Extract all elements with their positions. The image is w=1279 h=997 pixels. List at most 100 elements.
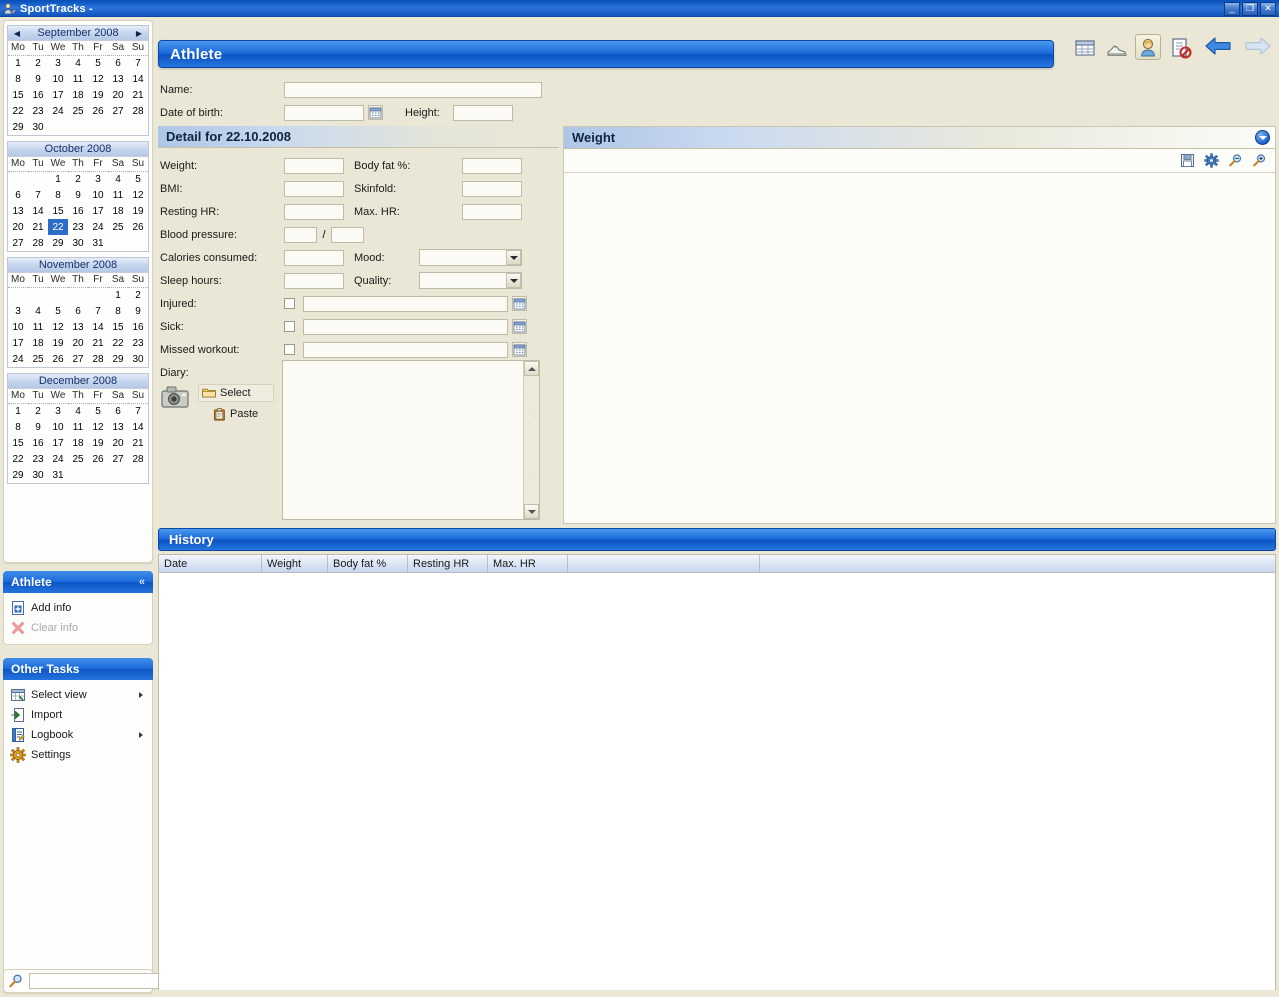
history-body[interactable] <box>159 573 1275 990</box>
calendar-day[interactable]: 23 <box>68 219 88 235</box>
calendar-day[interactable]: 13 <box>108 419 128 435</box>
calendar-day[interactable]: 27 <box>108 451 128 467</box>
calendar-day[interactable]: 22 <box>8 451 28 467</box>
calendar-day[interactable]: 20 <box>108 435 128 451</box>
calendar-day[interactable]: 2 <box>68 171 88 187</box>
save-chart-button[interactable] <box>1180 153 1195 168</box>
calendar-day[interactable]: 1 <box>8 403 28 419</box>
history-column-header[interactable] <box>568 555 760 572</box>
calendar-day[interactable]: 20 <box>68 335 88 351</box>
calendar-day[interactable]: 24 <box>88 219 108 235</box>
chevron-up-icon[interactable]: « <box>139 571 145 593</box>
calendar-day[interactable]: 21 <box>28 219 48 235</box>
activities-button[interactable] <box>1103 34 1129 60</box>
calendar-day[interactable]: 25 <box>108 219 128 235</box>
calendar-day[interactable]: 29 <box>48 235 68 251</box>
calendar-month-header[interactable]: ◀ ▶ September 2008 <box>8 26 148 41</box>
calendar-month-header[interactable]: December 2008 <box>8 374 148 389</box>
missed-workout-note-field[interactable] <box>303 341 508 358</box>
scroll-up-button[interactable] <box>524 361 539 376</box>
calendar-day[interactable]: 11 <box>68 71 88 87</box>
calendar-day[interactable]: 26 <box>48 351 68 367</box>
calendar-day[interactable]: 26 <box>88 451 108 467</box>
calendar-day[interactable]: 5 <box>88 403 108 419</box>
calendar-day[interactable]: 19 <box>88 435 108 451</box>
calendar-day[interactable]: 25 <box>68 103 88 119</box>
calendar-day[interactable]: 26 <box>128 219 148 235</box>
calendar-day[interactable]: 17 <box>88 203 108 219</box>
back-button[interactable] <box>1203 35 1233 59</box>
zoom-out-button[interactable] <box>1228 153 1243 168</box>
skinfold-field[interactable] <box>462 180 522 197</box>
calendar-day[interactable]: 10 <box>88 187 108 203</box>
calendar-day[interactable]: 30 <box>28 119 48 135</box>
calendar-prev-button[interactable]: ◀ <box>10 26 24 41</box>
calendar-day[interactable]: 27 <box>108 103 128 119</box>
calendar-day[interactable]: 13 <box>68 319 88 335</box>
history-column-header[interactable]: Max. HR <box>488 555 568 572</box>
calendar-day[interactable]: 19 <box>88 87 108 103</box>
calendar-picker-icon[interactable] <box>512 342 527 357</box>
calendar-day[interactable]: 24 <box>48 103 68 119</box>
minimize-button[interactable]: _ <box>1224 1 1240 16</box>
calendar-day[interactable]: 28 <box>88 351 108 367</box>
calendar-day[interactable]: 14 <box>128 71 148 87</box>
calendar-day[interactable]: 22 <box>48 219 68 235</box>
calendar-day[interactable]: 15 <box>8 435 28 451</box>
calendar-day[interactable]: 11 <box>28 319 48 335</box>
calendar-day[interactable]: 11 <box>108 187 128 203</box>
calendar-day[interactable]: 14 <box>128 419 148 435</box>
calendar-day[interactable]: 3 <box>48 55 68 71</box>
calendar-day[interactable]: 29 <box>8 119 28 135</box>
calendar-view-button[interactable] <box>1071 34 1097 60</box>
calendar-day[interactable]: 15 <box>48 203 68 219</box>
calendar-day[interactable]: 18 <box>68 435 88 451</box>
calendar-day[interactable]: 2 <box>28 55 48 71</box>
calendar-day[interactable]: 29 <box>8 467 28 483</box>
calendar-day[interactable]: 6 <box>68 303 88 319</box>
calendar-day[interactable]: 20 <box>108 87 128 103</box>
calendar-day[interactable]: 17 <box>48 87 68 103</box>
calendar-day[interactable]: 9 <box>128 303 148 319</box>
sidebar-search[interactable] <box>3 969 177 993</box>
calendar-day[interactable]: 13 <box>108 71 128 87</box>
add-info-item[interactable]: Add info <box>10 598 146 618</box>
calendar-day[interactable]: 1 <box>108 287 128 303</box>
calendar-day[interactable]: 4 <box>68 403 88 419</box>
calendar-day[interactable]: 19 <box>128 203 148 219</box>
restore-button[interactable]: ❐ <box>1242 1 1258 16</box>
calendar-day[interactable]: 7 <box>128 55 148 71</box>
history-column-header[interactable]: Body fat % <box>328 555 408 572</box>
scrollbar-track[interactable] <box>524 376 539 504</box>
calendar-day[interactable]: 3 <box>48 403 68 419</box>
calendar-day[interactable]: 25 <box>68 451 88 467</box>
weight-chart-area[interactable] <box>564 173 1275 522</box>
sick-note-field[interactable] <box>303 318 508 335</box>
calendar-day[interactable]: 11 <box>68 419 88 435</box>
calendar-day[interactable]: 15 <box>8 87 28 103</box>
name-field[interactable] <box>284 81 542 98</box>
chart-settings-button[interactable] <box>1204 153 1219 168</box>
camera-icon[interactable] <box>160 384 192 410</box>
calendar-day[interactable]: 30 <box>28 467 48 483</box>
close-button[interactable]: ✕ <box>1260 1 1276 16</box>
calendar-day[interactable]: 7 <box>88 303 108 319</box>
calendar-day[interactable]: 23 <box>28 103 48 119</box>
sidebar-item-import[interactable]: Import <box>10 705 146 725</box>
calendar-day[interactable]: 30 <box>68 235 88 251</box>
calendar-day[interactable]: 4 <box>68 55 88 71</box>
scroll-down-button[interactable] <box>524 504 539 519</box>
zoom-in-button[interactable] <box>1252 153 1267 168</box>
calendar-day[interactable]: 28 <box>128 451 148 467</box>
calendar-day[interactable]: 26 <box>88 103 108 119</box>
calendar-day[interactable]: 5 <box>128 171 148 187</box>
calendar-day[interactable]: 3 <box>88 171 108 187</box>
history-column-header[interactable]: Resting HR <box>408 555 488 572</box>
calendar-day[interactable]: 20 <box>8 219 28 235</box>
calendar-day[interactable]: 2 <box>28 403 48 419</box>
diary-textarea[interactable] <box>283 361 523 519</box>
calendar-month-header[interactable]: October 2008 <box>8 142 148 157</box>
calendar-picker-icon[interactable] <box>368 105 383 120</box>
calendar-day[interactable]: 27 <box>68 351 88 367</box>
diastolic-field[interactable] <box>331 226 364 243</box>
